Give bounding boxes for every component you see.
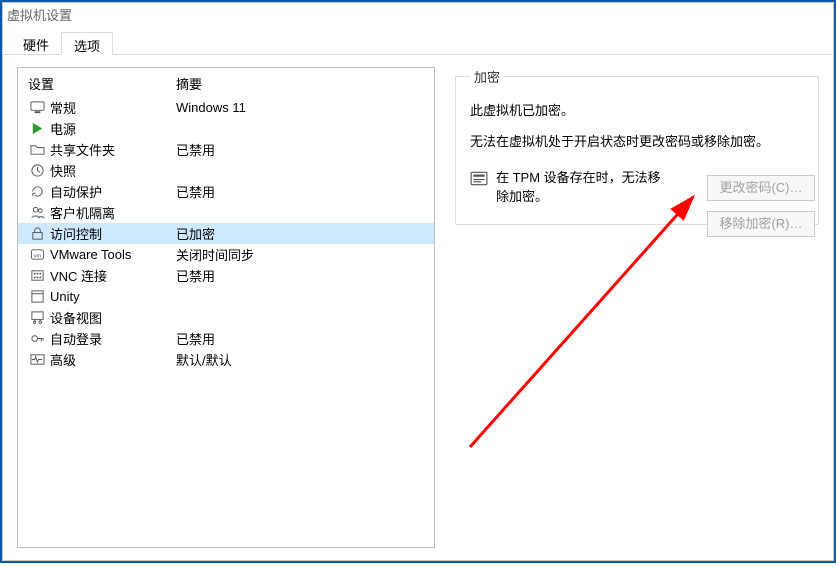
restriction-text: 无法在虚拟机处于开启状态时更改密码或移除加密。 — [470, 131, 804, 150]
list-item-label: VMware Tools — [50, 247, 176, 262]
lock-icon — [28, 226, 46, 242]
clock-icon — [28, 163, 46, 179]
keypad-icon — [28, 268, 46, 284]
list-item-summary: 已加密 — [176, 224, 424, 243]
key-icon — [28, 331, 46, 347]
list-item-label: 高级 — [50, 350, 176, 369]
window-icon — [28, 289, 46, 305]
list-item-summary: 已禁用 — [176, 140, 424, 159]
list-item-summary: 默认/默认 — [176, 350, 424, 369]
list-item[interactable]: 高级默认/默认 — [18, 349, 434, 370]
list-item[interactable]: 电源 — [18, 118, 434, 139]
detail-panel: 加密 此虚拟机已加密。 无法在虚拟机处于开启状态时更改密码或移除加密。 在 TP… — [455, 67, 819, 548]
change-password-button[interactable]: 更改密码(C)… — [707, 175, 815, 201]
window-title: 虚拟机设置 — [3, 3, 833, 31]
people-icon — [28, 205, 46, 221]
list-item[interactable]: 快照 — [18, 160, 434, 181]
pulse-icon — [28, 352, 46, 368]
list-item-summary: Windows 11 — [176, 100, 424, 115]
col-header-summary: 摘要 — [176, 74, 424, 93]
settings-list: 设置 摘要 常规Windows 11电源共享文件夹已禁用快照自动保护已禁用客户机… — [17, 67, 435, 548]
status-text: 此虚拟机已加密。 — [470, 100, 804, 119]
list-item-label: Unity — [50, 289, 176, 304]
monitor-icon — [28, 100, 46, 116]
tabstrip: 硬件 选项 — [3, 31, 833, 55]
list-item-label: 访问控制 — [50, 224, 176, 243]
info-icon — [470, 170, 488, 188]
boxvm-icon: vm — [28, 247, 46, 263]
list-item[interactable]: vm VMware Tools关闭时间同步 — [18, 244, 434, 265]
list-item-summary: 已禁用 — [176, 329, 424, 348]
diagram-icon — [28, 310, 46, 326]
list-item[interactable]: 共享文件夹已禁用 — [18, 139, 434, 160]
refresh-icon — [28, 184, 46, 200]
group-legend: 加密 — [470, 67, 504, 86]
list-item[interactable]: VNC 连接已禁用 — [18, 265, 434, 286]
list-item[interactable]: Unity — [18, 286, 434, 307]
vm-settings-window: 虚拟机设置 硬件 选项 设置 摘要 常规Windows 11电源共享文件夹已禁用… — [2, 2, 834, 561]
list-item[interactable]: 访问控制已加密 — [18, 223, 434, 244]
play-icon — [28, 121, 46, 137]
list-item-summary: 关闭时间同步 — [176, 245, 424, 264]
list-item-label: 共享文件夹 — [50, 140, 176, 159]
list-item-label: 自动登录 — [50, 329, 176, 348]
list-item-label: 电源 — [50, 119, 176, 138]
list-item-label: VNC 连接 — [50, 266, 176, 285]
list-item[interactable]: 客户机隔离 — [18, 202, 434, 223]
list-item[interactable]: 自动保护已禁用 — [18, 181, 434, 202]
list-item-label: 自动保护 — [50, 182, 176, 201]
list-item-label: 客户机隔离 — [50, 203, 176, 222]
list-item-summary: 已禁用 — [176, 266, 424, 285]
list-item-label: 设备视图 — [50, 308, 176, 327]
note-text: 在 TPM 设备存在时，无法移除加密。 — [496, 168, 670, 206]
list-item[interactable]: 设备视图 — [18, 307, 434, 328]
col-header-setting: 设置 — [28, 74, 176, 93]
svg-text:vm: vm — [33, 253, 41, 259]
list-item-label: 常规 — [50, 98, 176, 117]
list-item[interactable]: 常规Windows 11 — [18, 97, 434, 118]
list-item-label: 快照 — [50, 161, 176, 180]
tab-options[interactable]: 选项 — [61, 32, 113, 55]
list-item-summary: 已禁用 — [176, 182, 424, 201]
folder-icon — [28, 142, 46, 158]
list-item[interactable]: 自动登录已禁用 — [18, 328, 434, 349]
remove-encryption-button[interactable]: 移除加密(R)… — [707, 211, 815, 237]
tab-hardware[interactable]: 硬件 — [11, 32, 61, 55]
